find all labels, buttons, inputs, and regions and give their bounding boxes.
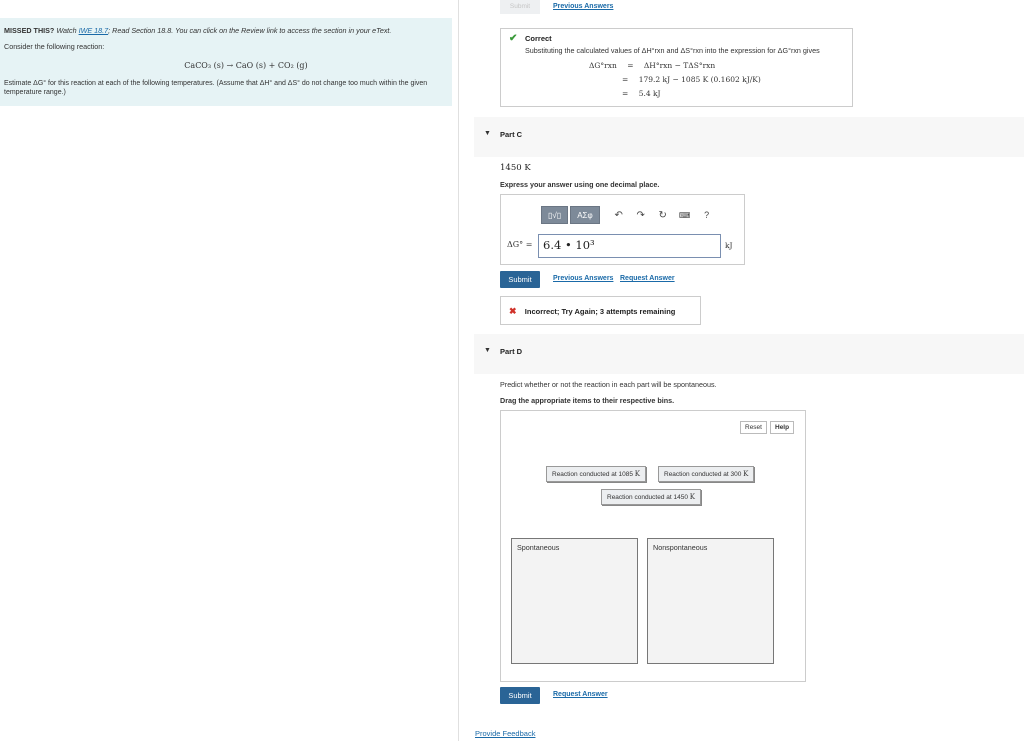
instruction-text: Express your answer using one decimal pl…: [500, 180, 660, 189]
correct-feedback-box: ✔ Correct Substituting the calculated va…: [500, 28, 853, 107]
equation-rhs-1: ΔH°rxn − TΔS°rxn: [643, 61, 716, 70]
equation-line-2: = 179.2 kJ − 1085 K (0.1602 kJ/K): [622, 75, 761, 84]
predict-text: Predict whether or not the reaction in e…: [500, 380, 717, 389]
draggable-chip-1085[interactable]: Reaction conducted at 1085 K: [546, 466, 646, 482]
chip-text: Reaction conducted at 1450: [607, 494, 688, 501]
temperature-label: 1450 K: [500, 163, 531, 173]
drag-drop-area: Reset Help Reaction conducted at 1085 K …: [500, 410, 806, 682]
submit-button-disabled: Submit: [500, 0, 540, 14]
collapse-triangle-icon[interactable]: ▼: [484, 347, 491, 354]
equation-line-3: = 5.4 kJ: [622, 89, 661, 98]
missed-this-line: MISSED THIS? Watch IWE 18.7; Read Sectio…: [4, 26, 448, 35]
estimate-instruction: Estimate ΔG° for this reaction at each o…: [4, 80, 428, 97]
greek-symbols-button[interactable]: ΑΣφ: [570, 206, 600, 224]
correct-title: Correct: [525, 34, 552, 43]
part-d-submit-button[interactable]: Submit: [500, 687, 540, 704]
delta-g-label: ΔG° =: [507, 240, 533, 249]
chip-text: Reaction conducted at 300: [664, 471, 742, 478]
panel-divider: [458, 0, 459, 741]
incorrect-message: Incorrect; Try Again; 3 attempts remaini…: [524, 307, 676, 316]
undo-icon[interactable]: ↶: [608, 210, 630, 221]
equals-sign: =: [622, 75, 629, 84]
bin-label: Spontaneous: [517, 543, 560, 552]
part-c-request-answer-link[interactable]: Request Answer: [620, 275, 675, 282]
part-c-label: Part C: [500, 130, 523, 139]
math-toolbar: ▯√▯ ΑΣφ ↶ ↷ ↻ ⌨ ?: [541, 206, 718, 224]
equals-sign: =: [622, 89, 629, 98]
part-c-submit-button[interactable]: Submit: [500, 271, 540, 288]
reset-button[interactable]: Reset: [740, 421, 767, 434]
keyboard-icon[interactable]: ⌨: [674, 211, 696, 220]
chip-unit: K: [634, 470, 640, 478]
draggable-chip-1450[interactable]: Reaction conducted at 1450 K: [601, 489, 701, 505]
reset-icon[interactable]: ↻: [652, 210, 674, 221]
watch-text: Watch: [56, 26, 77, 35]
templates-button[interactable]: ▯√▯: [541, 206, 569, 224]
equation-line-1: ΔG°rxn = ΔH°rxn − TΔS°rxn: [589, 61, 715, 70]
answer-editor: ▯√▯ ΑΣφ ↶ ↷ ↻ ⌨ ? ΔG° = 6.4 • 10³: [500, 194, 745, 265]
draggable-chip-300[interactable]: Reaction conducted at 300 K: [658, 466, 755, 482]
correct-explanation: Substituting the calculated values of ΔH…: [525, 46, 820, 55]
part-c-previous-answers-link[interactable]: Previous Answers: [553, 275, 613, 282]
check-icon: ✔: [509, 33, 518, 44]
problem-panel: MISSED THIS? Watch IWE 18.7; Read Sectio…: [0, 18, 452, 106]
provide-feedback-link[interactable]: Provide Feedback: [475, 729, 535, 738]
consider-text: Consider the following reaction:: [4, 42, 105, 51]
part-d-header[interactable]: ▼ Part D: [474, 334, 1024, 374]
iwe-link[interactable]: IWE 18.7: [79, 26, 109, 35]
bin-label: Nonspontaneous: [653, 543, 708, 552]
equals-sign: =: [627, 61, 634, 70]
incorrect-feedback-box: ✖ Incorrect; Try Again; 3 attempts remai…: [500, 296, 701, 325]
chip-text: Reaction conducted at 1085: [552, 471, 633, 478]
part-c-header[interactable]: ▼ Part C: [474, 117, 1024, 157]
bin-nonspontaneous[interactable]: Nonspontaneous: [647, 538, 774, 664]
read-text: ; Read Section 18.8. You can click on th…: [108, 26, 392, 35]
chip-unit: K: [689, 493, 695, 501]
bin-spontaneous[interactable]: Spontaneous: [511, 538, 638, 664]
equation-rhs-2: 179.2 kJ − 1085 K (0.1602 kJ/K): [638, 75, 761, 84]
chip-unit: K: [743, 470, 749, 478]
part-d-request-answer-link[interactable]: Request Answer: [553, 691, 608, 698]
help-button[interactable]: Help: [770, 421, 795, 434]
answer-input[interactable]: 6.4 • 10³: [538, 234, 721, 258]
drag-instruction: Drag the appropriate items to their resp…: [500, 396, 675, 405]
redo-icon[interactable]: ↷: [630, 210, 652, 221]
equation-rhs-3: 5.4 kJ: [638, 89, 661, 98]
previous-answers-link[interactable]: Previous Answers: [553, 3, 613, 10]
help-icon[interactable]: ?: [696, 210, 718, 220]
dg-rxn-symbol: ΔG°rxn: [589, 61, 617, 70]
missed-label: MISSED THIS?: [4, 26, 55, 35]
reaction-equation: CaCO₃ (s) → CaO (s) + CO₂ (g): [184, 61, 308, 70]
collapse-triangle-icon[interactable]: ▼: [484, 130, 491, 137]
unit-label: kJ: [725, 241, 733, 250]
x-icon: ✖: [509, 306, 517, 316]
part-d-label: Part D: [500, 347, 523, 356]
